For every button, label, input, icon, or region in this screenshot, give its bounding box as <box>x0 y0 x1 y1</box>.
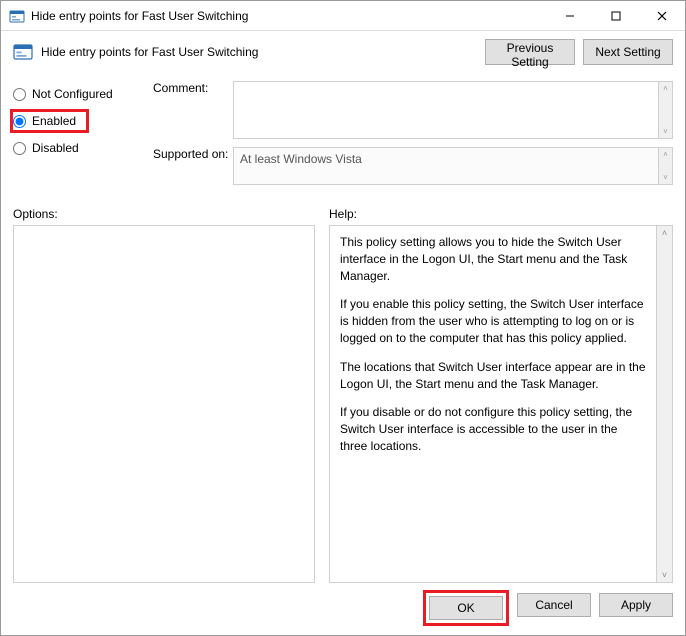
ok-highlight: OK <box>423 590 509 626</box>
cancel-button[interactable]: Cancel <box>517 593 591 617</box>
radio-disabled[interactable]: Disabled <box>13 141 153 155</box>
radio-enabled-input[interactable] <box>13 115 26 128</box>
maximize-button[interactable] <box>593 1 639 31</box>
options-label: Options: <box>13 207 329 221</box>
radio-not-configured[interactable]: Not Configured <box>13 87 153 101</box>
options-pane <box>13 225 315 583</box>
radio-enabled[interactable]: Enabled <box>10 109 89 133</box>
help-paragraph: If you disable or do not configure this … <box>340 404 646 454</box>
comment-label: Comment: <box>153 81 233 139</box>
radio-disabled-label: Disabled <box>32 141 79 155</box>
titlebar: Hide entry points for Fast User Switchin… <box>1 1 685 31</box>
apply-button[interactable]: Apply <box>599 593 673 617</box>
window-title: Hide entry points for Fast User Switchin… <box>31 9 547 23</box>
radio-enabled-label: Enabled <box>32 114 76 128</box>
radio-not-configured-input[interactable] <box>13 88 26 101</box>
help-pane: This policy setting allows you to hide t… <box>329 225 657 583</box>
window-buttons <box>547 1 685 31</box>
supported-scrollbar[interactable]: ˄˅ <box>659 147 673 185</box>
comment-scrollbar[interactable]: ˄˅ <box>659 81 673 139</box>
help-scrollbar[interactable]: ˄˅ <box>657 225 673 583</box>
radio-disabled-input[interactable] <box>13 142 26 155</box>
supported-on-field <box>233 147 659 185</box>
supported-on-label: Supported on: <box>153 147 233 185</box>
radio-not-configured-label: Not Configured <box>32 87 113 101</box>
policy-icon <box>13 42 33 62</box>
ok-button[interactable]: OK <box>429 596 503 620</box>
app-icon <box>9 8 25 24</box>
subheader-title: Hide entry points for Fast User Switchin… <box>41 45 258 59</box>
help-paragraph: This policy setting allows you to hide t… <box>340 234 646 284</box>
subheader: Hide entry points for Fast User Switchin… <box>13 42 477 62</box>
help-paragraph: The locations that Switch User interface… <box>340 359 646 393</box>
comment-input[interactable] <box>233 81 659 139</box>
help-label: Help: <box>329 207 357 221</box>
previous-setting-button[interactable]: Previous Setting <box>485 39 575 65</box>
minimize-button[interactable] <box>547 1 593 31</box>
close-button[interactable] <box>639 1 685 31</box>
help-paragraph: If you enable this policy setting, the S… <box>340 296 646 346</box>
next-setting-button[interactable]: Next Setting <box>583 39 673 65</box>
